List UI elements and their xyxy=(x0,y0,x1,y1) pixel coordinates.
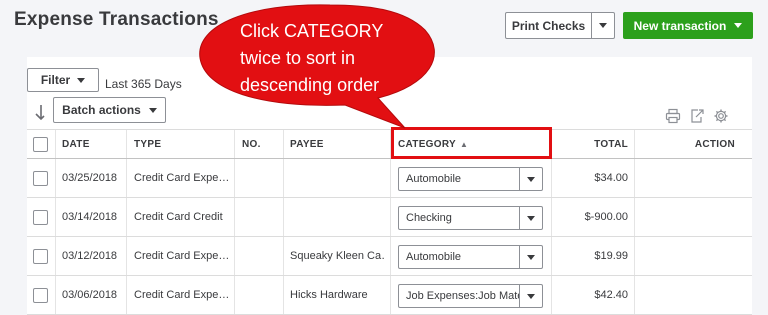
row-payee xyxy=(290,159,386,197)
expense-table: DATE TYPE NO. PAYEE CATEGORY ▲ TOTAL ACT… xyxy=(27,129,752,315)
row-payee xyxy=(290,198,386,236)
row-checkbox[interactable] xyxy=(33,170,48,186)
table-row: 03/25/2018 Credit Card Expe… Automobile … xyxy=(27,159,752,198)
table-row: 03/12/2018 Credit Card Expe… Squeaky Kle… xyxy=(27,237,752,276)
caret-down-icon xyxy=(148,107,157,113)
category-select[interactable]: Automobile xyxy=(398,245,543,269)
category-value: Job Expenses:Job Mate xyxy=(406,290,519,302)
row-date: 03/25/2018 xyxy=(62,172,118,184)
new-transaction-button[interactable]: New transaction xyxy=(623,12,753,39)
category-value: Automobile xyxy=(406,251,462,263)
row-date: 03/14/2018 xyxy=(62,211,118,223)
table-row: 03/06/2018 Credit Card Expe… Hicks Hardw… xyxy=(27,276,752,315)
sort-arrow-icon xyxy=(35,105,45,121)
select-all-cell xyxy=(33,130,48,158)
row-type: Credit Card Credit xyxy=(134,211,223,223)
row-select-cell xyxy=(33,159,48,197)
row-checkbox[interactable] xyxy=(33,209,48,225)
row-checkbox[interactable] xyxy=(33,248,48,264)
print-checks-button[interactable]: Print Checks xyxy=(505,12,615,39)
print-checks-label[interactable]: Print Checks xyxy=(506,13,592,38)
page-title: Expense Transactions xyxy=(14,9,219,30)
row-type: Credit Card Expe… xyxy=(134,289,230,301)
date-range-text: Last 365 Days xyxy=(105,77,182,91)
row-type: Credit Card Expe… xyxy=(134,172,230,184)
table-row: 03/14/2018 Credit Card Credit Checking $… xyxy=(27,198,752,237)
table-tools xyxy=(665,108,729,124)
row-payee: Hicks Hardware xyxy=(290,289,368,301)
callout-text: Click CATEGORY twice to sort in descendi… xyxy=(240,18,430,99)
caret-down-icon xyxy=(599,23,607,28)
select-all-checkbox[interactable] xyxy=(33,136,48,152)
category-value: Automobile xyxy=(406,173,462,185)
printer-icon[interactable] xyxy=(665,108,681,124)
row-date: 03/12/2018 xyxy=(62,250,118,262)
row-select-cell xyxy=(33,198,48,236)
filter-button[interactable]: Filter xyxy=(27,68,99,92)
batch-actions-label: Batch actions xyxy=(62,103,141,117)
callout-line-3: descending order xyxy=(240,75,380,95)
batch-actions-button[interactable]: Batch actions xyxy=(53,97,166,123)
category-select[interactable]: Automobile xyxy=(398,167,543,191)
row-total: $19.99 xyxy=(594,250,628,262)
caret-down-icon xyxy=(527,176,535,182)
callout-line-1: Click CATEGORY xyxy=(240,21,384,41)
category-dropdown[interactable] xyxy=(519,246,542,268)
category-select[interactable]: Checking xyxy=(398,206,543,230)
category-highlight-box xyxy=(391,127,552,159)
column-header-no[interactable]: NO. xyxy=(242,130,261,158)
row-total: $34.00 xyxy=(594,172,628,184)
caret-down-icon xyxy=(77,77,86,83)
category-select[interactable]: Job Expenses:Job Mate xyxy=(398,284,543,308)
callout-line-2: twice to sort in xyxy=(240,48,356,68)
column-header-type[interactable]: TYPE xyxy=(134,130,161,158)
column-header-date[interactable]: DATE xyxy=(62,130,90,158)
new-transaction-label: New transaction xyxy=(633,18,727,33)
row-type: Credit Card Expe… xyxy=(134,250,230,262)
filter-label: Filter xyxy=(40,73,71,87)
category-dropdown[interactable] xyxy=(519,285,542,307)
export-icon[interactable] xyxy=(689,108,705,124)
row-select-cell xyxy=(33,276,48,314)
category-dropdown[interactable] xyxy=(519,168,542,190)
category-value: Checking xyxy=(406,212,452,224)
caret-down-icon xyxy=(527,254,535,260)
column-header-total[interactable]: TOTAL xyxy=(558,130,628,158)
category-dropdown[interactable] xyxy=(519,207,542,229)
row-date: 03/06/2018 xyxy=(62,289,118,301)
gear-icon[interactable] xyxy=(713,108,729,124)
row-total: $42.40 xyxy=(594,289,628,301)
table-header-row: DATE TYPE NO. PAYEE CATEGORY ▲ TOTAL ACT… xyxy=(27,129,752,159)
caret-down-icon xyxy=(734,23,743,28)
caret-down-icon xyxy=(527,215,535,221)
row-total: $-900.00 xyxy=(584,211,628,223)
column-header-payee[interactable]: PAYEE xyxy=(290,130,324,158)
row-payee: Squeaky Kleen Ca… xyxy=(290,250,386,262)
column-header-action: ACTION xyxy=(694,138,735,150)
print-checks-dropdown[interactable] xyxy=(592,13,614,38)
row-checkbox[interactable] xyxy=(33,287,48,303)
row-select-cell xyxy=(33,237,48,275)
caret-down-icon xyxy=(527,293,535,299)
